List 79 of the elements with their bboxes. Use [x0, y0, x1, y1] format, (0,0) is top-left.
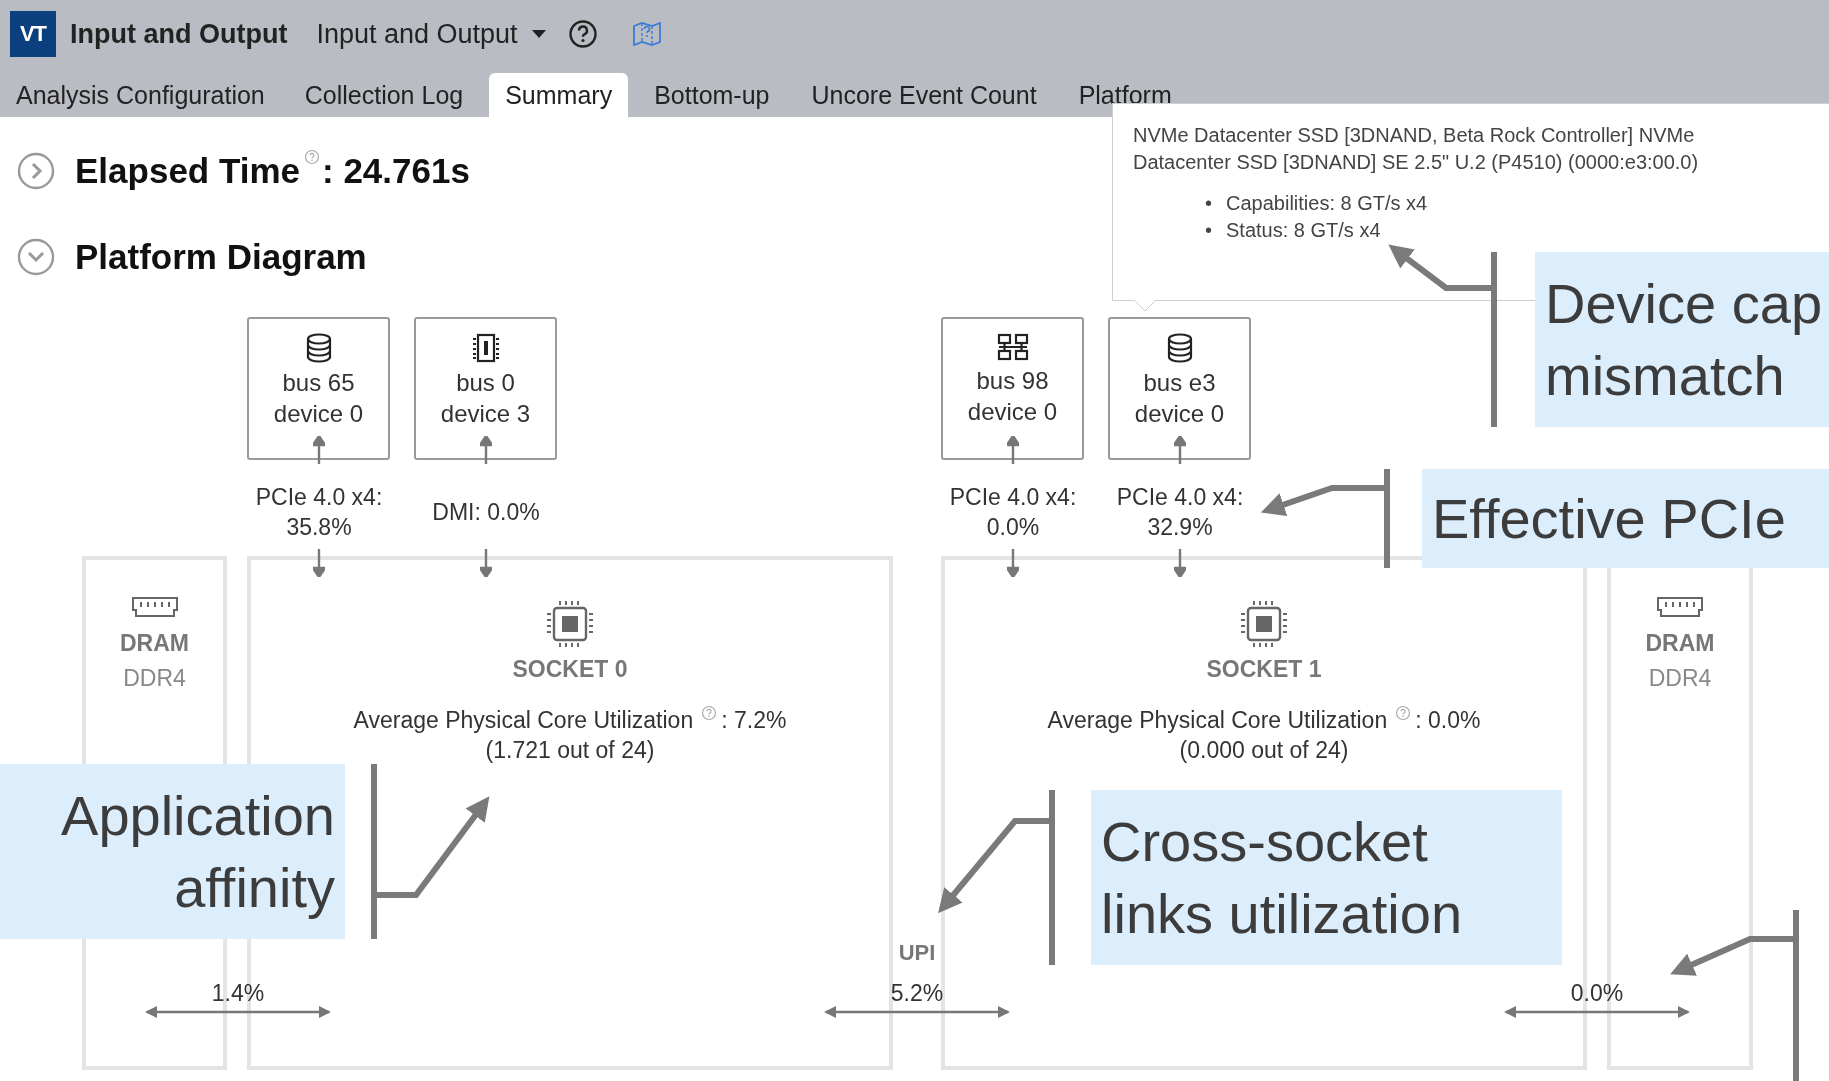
tab[interactable]: Uncore Event Count: [795, 73, 1053, 117]
link-arrow: [480, 436, 492, 464]
link-usage: 1.4%: [211, 980, 265, 1007]
device-label: device 3: [440, 399, 531, 429]
utilization-value: : 7.2%: [721, 706, 787, 735]
tooltip-title: NVMe Datacenter SSD [3DNAND, Beta Rock Controller] NVMe Datacenter SSD [3DNAND] SE 2.5" U.2 (P4510) (0000:e3:00.0): [1133, 123, 1700, 175]
bus-label: bus 0: [456, 368, 515, 398]
expand-icon[interactable]: [17, 152, 55, 190]
callout-text: mismatch: [1545, 342, 1786, 409]
bus-label: bus e3: [1143, 368, 1216, 398]
link-label: PCIe 4.0 x4:: [255, 483, 383, 512]
link-usage: 35.8%: [286, 513, 352, 542]
callout-text: Device cap: [1545, 270, 1819, 337]
help-icon[interactable]: [567, 19, 598, 49]
socket-label: SOCKET 1: [1206, 656, 1322, 683]
dram-label: DRAM: [120, 630, 189, 657]
map-help-icon[interactable]: [631, 20, 662, 48]
cpu-icon: [546, 600, 594, 648]
tab[interactable]: Summary: [489, 73, 629, 117]
dram-type: DDR4: [1648, 665, 1712, 692]
link-arrow: [1174, 436, 1186, 464]
link-name: UPI: [898, 940, 936, 966]
socket-label: SOCKET 0: [512, 656, 628, 683]
collapse-icon[interactable]: [17, 238, 55, 276]
caret-icon: [531, 29, 546, 39]
section-title: Elapsed Time: [75, 151, 300, 191]
tab[interactable]: Collection Log: [288, 73, 480, 117]
callout-text: Effective PCIe: [1432, 485, 1787, 552]
app-logo: VT: [10, 11, 56, 57]
device-label: device 0: [1134, 399, 1225, 429]
link-arrow: [480, 549, 492, 577]
memory-icon: [130, 596, 179, 618]
link-usage: 5.2%: [890, 980, 944, 1007]
section-title: Platform Diagram: [75, 237, 367, 277]
callout-text: Cross-socket: [1101, 808, 1429, 875]
dram-label: DRAM: [1645, 630, 1715, 657]
tooltip-item: Capabilities: 8 GT/s x4: [1226, 191, 1428, 216]
cpu-icon: [1240, 600, 1288, 648]
callout-text: Application: [61, 782, 335, 849]
elapsed-time-value: : 24.761s: [322, 151, 470, 191]
device-box[interactable]: bus 98 device 0: [941, 317, 1084, 460]
tab[interactable]: Bottom-up: [638, 73, 786, 117]
callout-text: links utilization: [1101, 880, 1464, 947]
callout-text: affinity: [174, 854, 335, 921]
utilization-detail: (1.721 out of 24): [485, 736, 655, 765]
link-arrow: [1174, 549, 1186, 577]
network-icon: [996, 333, 1029, 361]
link-usage: 0.0%: [986, 513, 1040, 542]
link-usage: 32.9%: [1147, 513, 1213, 542]
link-label: PCIe 4.0 x4:: [1116, 483, 1244, 512]
utilization-label: Average Physical Core Utilization: [1047, 706, 1388, 735]
link-usage: 0.0%: [1570, 980, 1624, 1007]
bullet: •: [1205, 218, 1212, 243]
link-arrow: [1007, 549, 1019, 577]
database-icon: [304, 333, 333, 363]
utilization-value: : 0.0%: [1415, 706, 1481, 735]
dram-type: DDR4: [123, 665, 186, 692]
tooltip-item: Status: 8 GT/s x4: [1226, 218, 1381, 243]
device-box[interactable]: bus 65 device 0: [247, 317, 390, 460]
analysis-dropdown[interactable]: Input and Output: [316, 18, 546, 50]
device-box[interactable]: bus 0 device 3: [414, 317, 557, 460]
utilization-detail: (0.000 out of 24): [1179, 736, 1349, 765]
link-arrow: [1007, 436, 1019, 464]
bullet: •: [1205, 191, 1212, 216]
tab[interactable]: Platform: [1062, 73, 1188, 117]
memory-icon: [1656, 596, 1704, 618]
bus-label: bus 98: [976, 366, 1049, 396]
device-label: device 0: [967, 397, 1058, 427]
tab[interactable]: Analysis Configuration: [0, 73, 281, 117]
link-arrow: [313, 549, 325, 577]
window-title: Input and Output: [70, 18, 288, 50]
bus-label: bus 65: [282, 368, 355, 398]
utilization-label: Average Physical Core Utilization: [353, 706, 694, 735]
link-label: DMI: 0.0%: [432, 498, 540, 527]
database-icon: [1165, 333, 1194, 363]
link-arrow: [313, 436, 325, 464]
link-label: PCIe 4.0 x4:: [949, 483, 1077, 512]
device-box[interactable]: bus e3 device 0: [1108, 317, 1251, 460]
device-label: device 0: [273, 399, 364, 429]
